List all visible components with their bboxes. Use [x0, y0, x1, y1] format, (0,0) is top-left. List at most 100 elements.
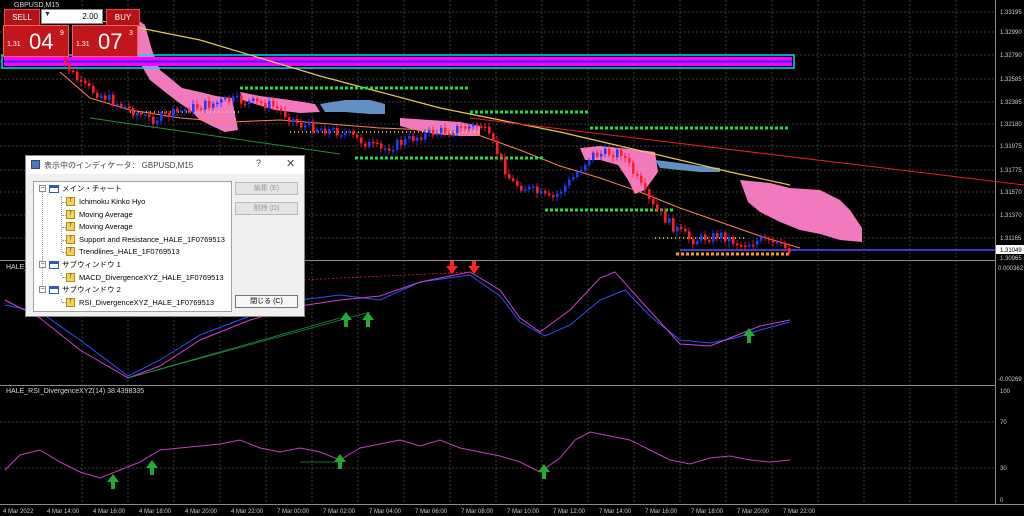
time-label: 4 Mar 18:00: [139, 509, 172, 515]
tree-item-indicator[interactable]: MACD_DivergenceXYZ_HALE_1F0769513: [79, 272, 224, 283]
candle-body: [204, 101, 207, 110]
candle-body: [364, 143, 367, 147]
candle-body: [260, 101, 263, 104]
candle-body: [192, 104, 195, 113]
candle-body: [456, 126, 459, 134]
candle-body: [704, 234, 707, 241]
candle-body: [436, 133, 439, 136]
buy-button[interactable]: BUY: [106, 9, 140, 26]
tree-item-subwindow-1[interactable]: サブウィンドウ 1: [62, 259, 121, 270]
tree-item-main-chart[interactable]: メイン・チャート: [62, 183, 122, 194]
candle-body: [500, 153, 503, 158]
candle-body: [524, 189, 527, 191]
candle-body: [300, 122, 303, 128]
sell-button[interactable]: SELL: [4, 9, 40, 26]
candle-body: [332, 127, 335, 130]
candle-body: [108, 94, 111, 100]
candle-body: [708, 240, 711, 242]
buy-price-button[interactable]: 1.31 07 3: [72, 25, 138, 57]
delete-button[interactable]: 削除 (D): [235, 202, 298, 215]
time-label: 7 Mar 04:00: [369, 509, 402, 515]
window-icon: [49, 185, 59, 193]
buy-arrow-icon: [362, 312, 374, 320]
collapse-icon[interactable]: −: [39, 185, 46, 192]
candle-body: [336, 127, 339, 136]
sell-price-main: 04: [29, 29, 54, 54]
candle-body: [268, 100, 271, 109]
candle-body: [536, 186, 539, 194]
candle-body: [216, 102, 219, 105]
tree-connector: [61, 273, 62, 276]
candle-body: [288, 117, 291, 122]
candle-body: [624, 156, 627, 159]
sell-price-button[interactable]: 1.31 04 9: [3, 25, 69, 57]
candle-body: [572, 177, 575, 180]
candle-body: [80, 80, 83, 82]
tree-item-indicator[interactable]: Trendlines_HALE_1F0769513: [79, 246, 180, 257]
candle-body: [444, 127, 447, 134]
candle-body: [620, 149, 623, 157]
candle-body: [264, 103, 267, 109]
tree-item-indicator[interactable]: RSI_DivergenceXYZ_HALE_1F0769513: [79, 297, 214, 308]
candle-body: [556, 193, 559, 198]
candle-body: [580, 170, 583, 173]
tree-item-indicator[interactable]: Support and Resistance_HALE_1F0769513: [79, 234, 225, 245]
candle-body: [724, 232, 727, 242]
collapse-icon[interactable]: −: [39, 286, 46, 293]
candle-body: [328, 128, 331, 134]
tree-item-subwindow-2[interactable]: サブウィンドウ 2: [62, 284, 121, 295]
help-icon[interactable]: ?: [256, 158, 261, 168]
candle-body: [408, 136, 411, 139]
candle-body: [180, 110, 183, 113]
candle-body: [680, 226, 683, 229]
tree-item-indicator[interactable]: Moving Average: [79, 221, 133, 232]
candle-body: [412, 136, 415, 141]
candle-body: [384, 148, 387, 150]
close-icon[interactable]: ✕: [286, 157, 295, 170]
candle-body: [784, 242, 787, 249]
price-label: 1.31975: [1000, 144, 1022, 150]
candle-body: [540, 190, 543, 194]
candle-body: [544, 190, 547, 194]
price-label: 1.33195: [1000, 10, 1022, 16]
price-label: 1.30965: [1000, 256, 1022, 262]
candle-body: [668, 218, 671, 223]
tree-item-indicator[interactable]: Ichimoku Kinko Hyo: [79, 196, 145, 207]
candle-body: [560, 191, 563, 194]
candle-body: [68, 62, 71, 71]
candle-body: [100, 95, 103, 98]
time-label: 7 Mar 12:00: [553, 509, 586, 515]
candle-body: [388, 148, 391, 151]
candle-body: [440, 127, 443, 134]
candle-body: [348, 131, 351, 133]
tree-connector: [42, 192, 43, 287]
dialog-titlebar[interactable]: 表示中のインディケータ： GBPUSD,M15 ? ✕: [26, 156, 304, 174]
candle-body: [492, 133, 495, 141]
candle-body: [340, 135, 343, 137]
time-label: 4 Mar 16:00: [93, 509, 126, 515]
tree-connector: [61, 196, 62, 252]
close-button[interactable]: 閉じる (C): [235, 295, 298, 308]
rsi-axis-label: 70: [1000, 420, 1007, 426]
candle-body: [664, 211, 667, 223]
lot-size-field[interactable]: ▼ 2.00: [41, 9, 103, 24]
candle-body: [232, 96, 235, 102]
time-axis: 4 Mar 2022 4 Mar 14:00 4 Mar 16:00 4 Mar…: [3, 509, 816, 515]
candle-body: [616, 149, 619, 158]
edit-button[interactable]: 編集 (E): [235, 182, 298, 195]
tree-item-indicator[interactable]: Moving Average: [79, 209, 133, 220]
collapse-icon[interactable]: −: [39, 261, 46, 268]
indicator-icon: f: [66, 298, 75, 307]
lot-dropdown-icon[interactable]: ▼: [44, 11, 51, 18]
candle-body: [256, 98, 259, 102]
candle-body: [428, 129, 431, 133]
candle-body: [508, 174, 511, 179]
candle-body: [236, 95, 239, 98]
indicator-icon: f: [66, 235, 75, 244]
indicator-tree[interactable]: − メイン・チャート f Ichimoku Kinko Hyo f Moving…: [33, 181, 232, 312]
candle-body: [776, 242, 779, 244]
time-label: 7 Mar 20:00: [737, 509, 770, 515]
price-label: 1.31370: [1000, 213, 1022, 219]
candle-body: [476, 124, 479, 127]
candle-body: [504, 157, 507, 175]
